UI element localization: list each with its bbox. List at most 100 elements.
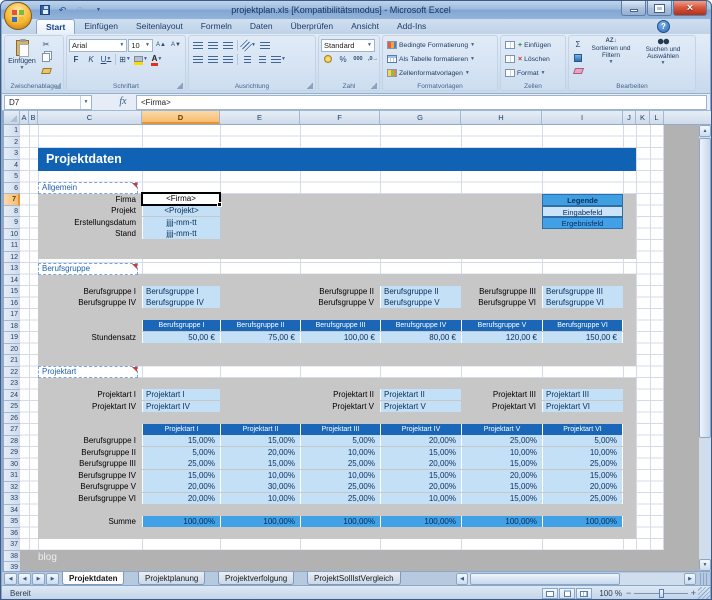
value-cell[interactable]: 150,00 € [542, 332, 623, 343]
value-cell[interactable]: 30,00% [220, 481, 300, 492]
sum-cell[interactable]: 100,00% [300, 516, 380, 527]
value-cell[interactable]: 10,00% [300, 447, 380, 458]
value-cell[interactable]: 15,00% [220, 435, 300, 446]
pair-label[interactable]: Projektart II [300, 389, 378, 400]
wrap-text-button[interactable] [258, 39, 272, 52]
row-header[interactable]: 15 [4, 286, 20, 298]
tab-daten[interactable]: Daten [241, 19, 282, 34]
matrix-row-label[interactable]: Berufsgruppe I [38, 435, 140, 446]
fill-color-button[interactable]: ▼ [133, 53, 149, 66]
pair-label[interactable]: Projektart III [461, 389, 540, 400]
sum-cell[interactable]: 100,00% [380, 516, 461, 527]
input-cell[interactable]: Projektart II [380, 389, 461, 400]
cut-button[interactable]: ✂ [39, 38, 53, 51]
minimize-button[interactable] [621, 1, 646, 16]
table-header[interactable]: Projektart I [142, 424, 220, 435]
first-sheet-button[interactable]: ◀ [4, 573, 17, 585]
font-color-button[interactable]: A▼ [150, 53, 164, 66]
spreadsheet-grid[interactable]: Projektdaten Allgemein Berufsgruppe Proj… [20, 125, 699, 571]
value-cell[interactable]: 10,00% [542, 447, 623, 458]
column-header-b[interactable]: B [29, 111, 38, 124]
scroll-up-button[interactable]: ▲ [699, 125, 711, 137]
tab-addins[interactable]: Add-Ins [388, 19, 435, 34]
dialog-launcher[interactable] [371, 83, 377, 89]
tab-ueberpruefen[interactable]: Überprüfen [282, 19, 343, 34]
office-button[interactable] [4, 2, 32, 30]
insert-function-button[interactable]: fx [114, 96, 132, 109]
value-cell[interactable]: 15,00% [542, 470, 623, 481]
last-sheet-button[interactable]: ▶ [46, 573, 59, 585]
format-painter-button[interactable] [39, 64, 53, 77]
undo-button[interactable]: ↶ [55, 4, 70, 17]
value-cell[interactable]: 15,00% [142, 435, 220, 446]
pair-label[interactable]: Projektart V [300, 401, 378, 412]
zoom-slider[interactable]: − + [626, 586, 696, 600]
value-cell[interactable]: 25,00% [300, 481, 380, 492]
row-header[interactable]: 17 [4, 309, 20, 321]
row-header[interactable]: 2 [4, 137, 20, 149]
row-header[interactable]: 16 [4, 298, 20, 310]
row-header[interactable]: 31 [4, 470, 20, 482]
value-cell[interactable]: 15,00% [461, 458, 542, 469]
value-cell[interactable]: 5,00% [142, 447, 220, 458]
row-header[interactable]: 24 [4, 390, 20, 402]
field-label-stand[interactable]: Stand [38, 228, 140, 239]
value-cell[interactable]: 10,00% [300, 470, 380, 481]
merge-center-button[interactable]: ▼ [270, 53, 287, 66]
autosum-button[interactable]: Σ [571, 38, 585, 51]
align-left-button[interactable] [191, 53, 205, 66]
grow-font-button[interactable]: A▲ [154, 39, 168, 52]
input-cell[interactable]: Projektart V [380, 401, 461, 412]
sheet-tab-projektsollistvergleich[interactable]: ProjektSollIstVergleich [307, 572, 401, 585]
page-layout-view-button[interactable] [559, 588, 575, 599]
pair-label[interactable]: Berufsgruppe III [461, 286, 540, 297]
align-middle-button[interactable] [206, 39, 220, 52]
column-header-k[interactable]: K [636, 111, 650, 124]
align-right-button[interactable] [221, 53, 235, 66]
input-cell-erstellungsdatum[interactable]: jjjj-mm-tt [142, 217, 220, 228]
row-header[interactable]: 11 [4, 240, 20, 252]
scroll-left-button[interactable]: ◀ [456, 573, 468, 585]
row-header[interactable]: 18 [4, 321, 20, 333]
table-header[interactable]: Berufsgruppe II [220, 320, 300, 331]
input-cell[interactable]: Berufsgruppe I [142, 286, 220, 297]
sum-cell[interactable]: 100,00% [142, 516, 220, 527]
pair-label[interactable]: Berufsgruppe II [300, 286, 378, 297]
paste-button[interactable]: Einfügen ▼ [7, 38, 37, 80]
horizontal-scrollbar[interactable]: ◀ ▶ [456, 573, 696, 585]
value-cell[interactable]: 10,00% [220, 470, 300, 481]
dialog-launcher[interactable] [177, 83, 183, 89]
column-header-g[interactable]: G [380, 111, 461, 124]
value-cell[interactable]: 10,00% [380, 493, 461, 504]
row-header[interactable]: 38 [4, 551, 20, 563]
row-header[interactable]: 8 [4, 206, 20, 218]
field-label-erstellungsdatum[interactable]: Erstellungsdatum [38, 217, 140, 228]
input-cell[interactable]: Berufsgruppe V [380, 297, 461, 308]
tab-formeln[interactable]: Formeln [192, 19, 241, 34]
scroll-down-button[interactable]: ▼ [699, 559, 711, 571]
input-cell-stand[interactable]: jjjj-mm-tt [142, 228, 220, 239]
row-header[interactable]: 1 [4, 125, 20, 137]
row-header[interactable]: 27 [4, 424, 20, 436]
row-header[interactable]: 13 [4, 263, 20, 275]
value-cell[interactable]: 20,00% [542, 481, 623, 492]
save-button[interactable] [37, 4, 52, 17]
column-header-j[interactable]: J [623, 111, 636, 124]
horizontal-scroll-thumb[interactable] [470, 573, 620, 585]
value-cell[interactable]: 25,00% [542, 458, 623, 469]
pair-label[interactable]: Berufsgruppe IV [38, 297, 140, 308]
field-label-projekt[interactable]: Projekt [38, 205, 140, 216]
sum-cell[interactable]: 100,00% [542, 516, 623, 527]
increase-decimal-button[interactable]: ,0→ [366, 53, 380, 66]
input-cell[interactable]: Projektart IV [142, 401, 220, 412]
value-cell[interactable]: 5,00% [542, 435, 623, 446]
table-header[interactable]: Berufsgruppe VI [542, 320, 623, 331]
tab-ansicht[interactable]: Ansicht [342, 19, 388, 34]
row-header[interactable]: 23 [4, 378, 20, 390]
row-header[interactable]: 22 [4, 367, 20, 379]
row-header[interactable]: 20 [4, 344, 20, 356]
sum-row-label[interactable]: Summe [38, 516, 140, 527]
tab-seitenlayout[interactable]: Seitenlayout [127, 19, 192, 34]
value-cell[interactable]: 20,00% [220, 447, 300, 458]
row-header[interactable]: 35 [4, 516, 20, 528]
